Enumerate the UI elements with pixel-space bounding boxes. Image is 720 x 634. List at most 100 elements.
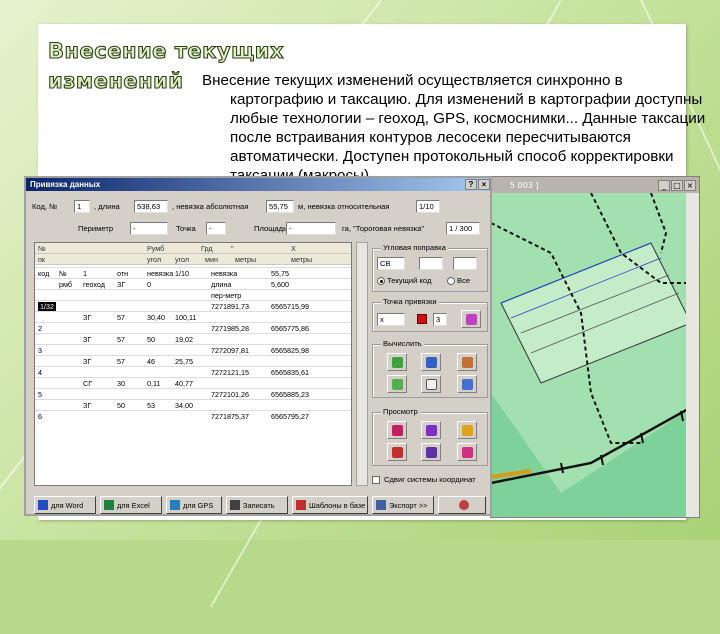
- group-title: Просмотр: [381, 407, 420, 416]
- table-row[interactable]: ЗГ 57 50 19,02: [35, 333, 351, 344]
- excel-icon: [104, 500, 114, 510]
- col-header: угол: [175, 255, 190, 264]
- nevyazka-otn-label: м, невязка относительная: [298, 202, 390, 211]
- exit-icon: [458, 500, 469, 510]
- ga-input[interactable]: 1 / 300: [446, 222, 480, 235]
- tochka-input[interactable]: -: [206, 222, 226, 235]
- table-cell: 57: [117, 313, 125, 322]
- ugol-deg-input[interactable]: [419, 257, 443, 270]
- templates-button[interactable]: Шаблоны в базе: [292, 496, 368, 514]
- table-cell: 30: [117, 379, 125, 388]
- button-label: Шаблоны в базе: [309, 500, 366, 510]
- table-cell: 6: [38, 412, 42, 421]
- table-cell: 25,75: [175, 357, 193, 366]
- nevyazka-otn-input[interactable]: 1/10: [416, 200, 440, 213]
- save-icon: [230, 500, 240, 510]
- export-excel-button[interactable]: для Excel: [100, 496, 162, 514]
- calc-button-4[interactable]: [387, 375, 407, 393]
- table-row[interactable]: код № 1 отн невязка 1/10 невязка 55,75: [35, 267, 351, 278]
- perimetr-input[interactable]: -: [130, 222, 168, 235]
- ugol-select[interactable]: СВ: [377, 257, 405, 270]
- calc-button-5[interactable]: [421, 375, 441, 393]
- table-row[interactable]: 6 7271875,37 6565795,27: [35, 410, 351, 421]
- calc-button-3[interactable]: [457, 353, 477, 371]
- table-row[interactable]: 2 7271985,28 6565775,86: [35, 322, 351, 333]
- table-row[interactable]: 5 7272101,26 6565885,23: [35, 388, 351, 399]
- table-row[interactable]: рмб геоход ЗГ 0 длина 5,600: [35, 278, 351, 289]
- table-cell: 40,77: [175, 379, 193, 388]
- map-scrollbar[interactable]: [686, 193, 699, 517]
- tochka-num-input[interactable]: 3: [433, 313, 447, 326]
- view-button-5[interactable]: [421, 443, 441, 461]
- radio-current[interactable]: [377, 277, 385, 285]
- map-titlebar: 5 003 ] _ □ ×: [491, 177, 699, 193]
- view-button-3[interactable]: [457, 421, 477, 439]
- map-canvas[interactable]: [491, 193, 699, 517]
- templates-icon: [296, 500, 306, 510]
- button-label: для Word: [51, 500, 84, 510]
- table-scrollbar[interactable]: [356, 242, 368, 486]
- radio-all[interactable]: [447, 277, 455, 285]
- tochka-select[interactable]: х: [377, 313, 405, 326]
- table-cell: ЗГ: [83, 401, 92, 410]
- dialog-close-button[interactable]: ×: [478, 179, 490, 190]
- point-color-swatch[interactable]: [417, 314, 427, 324]
- kod-input[interactable]: 1: [74, 200, 90, 213]
- title-line: Внесение текущих: [47, 38, 285, 63]
- table-row[interactable]: 1/32 7271891,73 6565715,99: [35, 300, 351, 311]
- table-cell: ЗГ: [83, 313, 92, 322]
- dlina-input[interactable]: 538,63: [134, 200, 168, 213]
- nevyazka-abs-label: , невязка абсолютная: [172, 202, 249, 211]
- table-row[interactable]: ЗГ 50 53 34,00: [35, 399, 351, 410]
- button-label: Записать: [243, 500, 275, 510]
- table-cell: №: [59, 269, 67, 278]
- table-cell: 4: [38, 368, 42, 377]
- maximize-button[interactable]: □: [671, 179, 683, 191]
- calc-button-2[interactable]: [421, 353, 441, 371]
- pick-point-button[interactable]: [461, 310, 481, 328]
- table-header: № Румб Грд " X: [35, 243, 351, 254]
- table-cell: 55,75: [271, 269, 289, 278]
- table-cell: 57: [117, 357, 125, 366]
- table-cell: 46: [147, 357, 155, 366]
- perimetr-label: Периметр: [78, 224, 114, 233]
- table-cell: геоход: [83, 280, 105, 289]
- help-button[interactable]: ?: [465, 179, 477, 190]
- table-cell: невязка: [211, 269, 238, 278]
- table-row[interactable]: ЗГ 57 30,40 100,11: [35, 311, 351, 322]
- dlina-label: , длина: [94, 202, 120, 211]
- traverse-table[interactable]: № Румб Грд " X пк угол угол мин метры ме…: [34, 242, 352, 486]
- exit-button[interactable]: [438, 496, 486, 514]
- view-button-6[interactable]: [457, 443, 477, 461]
- table-cell: длина: [211, 280, 232, 289]
- button-label: для Excel: [117, 500, 150, 510]
- table-cell: 34,00: [175, 401, 193, 410]
- save-button[interactable]: Записать: [226, 496, 288, 514]
- minimize-button[interactable]: _: [658, 179, 670, 191]
- calc-button-1[interactable]: [387, 353, 407, 371]
- view-button-1[interactable]: [387, 421, 407, 439]
- table-cell: рмб: [59, 280, 72, 289]
- table-row[interactable]: 3 7272097,81 6565825,98: [35, 344, 351, 355]
- export-word-button[interactable]: для Word: [34, 496, 96, 514]
- ugol-min-input[interactable]: [453, 257, 477, 270]
- table-cell: 7272101,26: [211, 390, 249, 399]
- table-cell: 1: [83, 269, 87, 278]
- export-button[interactable]: Экспорт >>: [372, 496, 434, 514]
- sdvig-label: Сдвиг системы координат: [384, 475, 476, 484]
- export-gps-button[interactable]: для GPS: [166, 496, 222, 514]
- close-button[interactable]: ×: [684, 179, 696, 191]
- view-button-2[interactable]: [421, 421, 441, 439]
- table-cell: 5: [38, 390, 42, 399]
- ploshad-input[interactable]: -: [286, 222, 336, 235]
- table-row[interactable]: 4 7272121,15 6565835,61: [35, 366, 351, 377]
- table-cell: 7272097,81: [211, 346, 249, 355]
- table-row[interactable]: пер-метр: [35, 289, 351, 300]
- nevyazka-abs-input[interactable]: 55,75: [266, 200, 294, 213]
- group-title: Точка привязки: [381, 297, 439, 306]
- sdvig-checkbox[interactable]: [372, 476, 380, 484]
- calc-button-6[interactable]: [457, 375, 477, 393]
- view-button-4[interactable]: [387, 443, 407, 461]
- table-row[interactable]: ЗГ 57 46 25,75: [35, 355, 351, 366]
- table-row[interactable]: СГ 30 0,11 40,77: [35, 377, 351, 388]
